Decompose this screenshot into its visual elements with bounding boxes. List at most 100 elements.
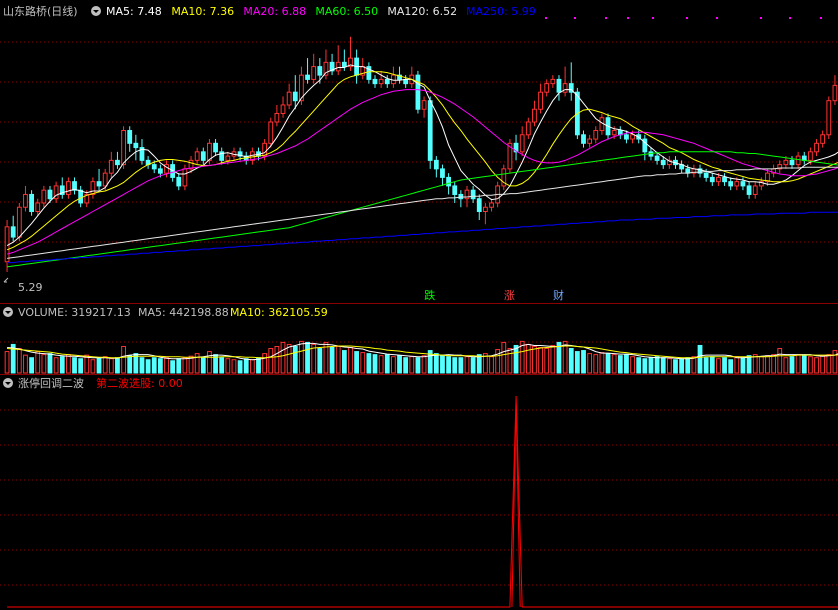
volume-bar [532,345,537,374]
volume-bar [384,354,390,374]
candle-body [292,91,298,102]
candle-body [35,202,41,212]
volume-toggle-icon[interactable] [3,307,13,317]
candle-body [378,78,384,85]
volume-bar [599,352,605,374]
candle-body [108,159,114,174]
volume-bar [758,356,764,374]
volume-bar [617,355,623,374]
candle-body [305,74,310,80]
candle-body [182,168,188,187]
candle-body [482,206,488,212]
volume-bar [145,359,151,374]
volume-bar [305,341,310,374]
volume-bar [513,344,519,374]
volume-bar [648,357,654,374]
candle-body [525,121,531,136]
candle-body [65,181,71,195]
volume-bar [458,357,464,374]
candle-body [728,181,734,187]
candle-body [176,176,182,187]
volume-bar [378,355,384,374]
volume-bar [292,345,298,374]
top-marker-dot [789,17,791,19]
volume-bar [574,351,580,374]
volume-bar [605,353,611,374]
volume-bar [108,358,114,374]
volume-bar [771,354,777,374]
volume-bar [433,353,439,374]
volume-bar [317,348,323,374]
volume-bar [777,348,783,374]
candle-body [470,189,476,200]
volume-bar [256,357,261,374]
ma-legend-item: MA120: 6.52 [387,5,457,18]
volume-bar [102,356,108,374]
top-marker-dot [686,17,688,19]
volume-bar [16,348,22,374]
candle-body [587,138,593,144]
volume-bar [795,354,801,374]
candle-body [102,172,108,187]
candle-body [808,151,813,161]
indicator-toggle-icon[interactable] [91,6,101,16]
candle-body [709,176,715,183]
signal-toggle-icon[interactable] [3,378,13,388]
candle-body [550,78,556,85]
volume-bar [249,359,255,374]
candle-body [826,100,832,136]
volume-bar [299,340,304,374]
volume-bar [581,350,586,374]
volume-bar [243,358,249,374]
candle-body [225,155,231,161]
volume-bar [219,357,225,374]
volume-bar [29,357,34,374]
candle-body [16,206,22,238]
candle-body [446,176,451,187]
volume-bar [139,357,145,374]
candle-body [133,142,139,149]
volume-bar [476,354,482,374]
volume-bar [90,359,96,374]
candle-body [47,189,53,200]
volume-bar [409,356,415,374]
candle-body [716,176,721,183]
top-marker-dot [820,17,822,19]
volume-bar [587,353,593,374]
candle-body [421,100,427,110]
candle-body [200,151,206,161]
ma-legend: MA5: 7.48 MA10: 7.36 MA20: 6.88 MA60: 6.50 M… [106,5,536,18]
volume-bar [286,343,292,374]
low-price-label: 5.29 [18,281,43,294]
volume-bar [568,348,574,374]
candle-body [734,181,740,187]
ma-legend-item: MA5: 7.48 [106,5,162,18]
volume-bar [801,355,807,374]
volume-bar [164,357,169,374]
ma-legend-item: MA60: 6.50 [315,5,378,18]
candle-body [213,142,218,153]
volume-bar [709,356,715,374]
top-marker-dot [605,17,607,19]
candle-body [317,66,323,76]
volume-bar [538,347,543,374]
volume-bar [397,355,402,374]
candle-body [740,181,746,187]
candle-body [384,78,390,85]
volume-bar [611,354,617,374]
candle-body [286,91,292,106]
top-marker-dot [574,17,576,19]
candle-body [660,159,666,166]
volume-bar [783,357,789,374]
volume-bar [544,348,550,374]
volume-bar [280,341,286,374]
candle-body [280,104,286,114]
volume-bar [200,357,206,374]
volume-bar [550,344,556,374]
volume-bar [489,356,494,374]
candle-body [789,159,795,166]
volume-bar [157,358,163,374]
volume-bar [335,345,341,374]
candle-body [121,130,126,166]
candle-body [78,189,84,204]
